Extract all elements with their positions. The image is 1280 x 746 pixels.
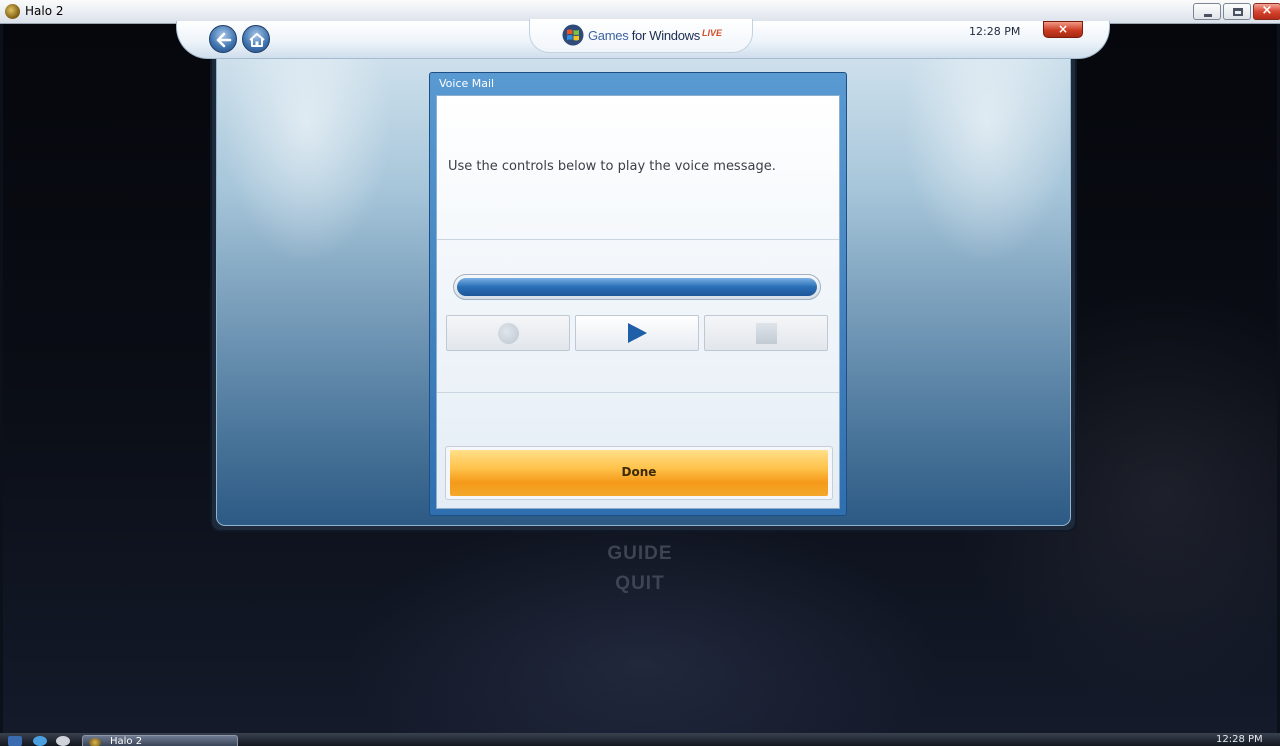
live-guide-topbar: Games for Windows LIVE 12:28 PM × bbox=[176, 19, 1110, 59]
playback-progress-fill bbox=[457, 278, 817, 296]
done-button-face: Done bbox=[450, 450, 828, 496]
done-button[interactable]: Done bbox=[445, 446, 833, 500]
quick-launch-icon[interactable] bbox=[56, 736, 70, 746]
play-button[interactable] bbox=[575, 315, 699, 351]
close-icon: × bbox=[1057, 22, 1069, 36]
gfw-brand-for-windows: for Windows bbox=[631, 28, 701, 43]
windows-orb-icon bbox=[562, 24, 584, 46]
halo-app-icon bbox=[89, 738, 101, 746]
divider bbox=[437, 392, 839, 393]
back-button[interactable] bbox=[209, 25, 237, 53]
maximize-button[interactable] bbox=[1223, 3, 1251, 20]
guide-close-button[interactable]: × bbox=[1043, 21, 1083, 38]
taskbar-item-label: Halo 2 bbox=[110, 736, 143, 746]
voice-mail-dialog: Voice Mail Use the controls below to pla… bbox=[429, 72, 847, 516]
stop-icon bbox=[756, 323, 777, 344]
done-button-label: Done bbox=[621, 465, 657, 479]
taskbar-item-halo[interactable]: Halo 2 bbox=[82, 735, 238, 746]
minimize-icon bbox=[1204, 14, 1212, 17]
home-button[interactable] bbox=[242, 25, 270, 53]
divider bbox=[437, 239, 839, 240]
gfw-live-badge: LIVE bbox=[702, 28, 723, 38]
guide-clock: 12:28 PM bbox=[969, 25, 1021, 38]
close-window-button[interactable]: × bbox=[1253, 3, 1280, 20]
gfw-brand-games: Games bbox=[588, 28, 629, 43]
playback-progress-bar[interactable] bbox=[453, 274, 821, 300]
show-desktop-icon[interactable] bbox=[8, 736, 22, 746]
halo-app-icon bbox=[5, 4, 20, 19]
taskbar: Halo 2 12:28 PM bbox=[0, 733, 1280, 746]
maximize-icon bbox=[1233, 8, 1243, 16]
record-icon bbox=[498, 323, 519, 344]
stop-button[interactable] bbox=[704, 315, 828, 351]
instruction-text: Use the controls below to play the voice… bbox=[448, 159, 776, 174]
home-icon bbox=[249, 33, 265, 47]
gfw-brand-text: Games for Windows bbox=[588, 28, 700, 43]
record-button[interactable] bbox=[446, 315, 570, 351]
minimize-button[interactable] bbox=[1193, 3, 1221, 20]
browser-icon[interactable] bbox=[33, 736, 47, 746]
system-tray: 12:28 PM bbox=[1180, 734, 1280, 746]
back-arrow-icon bbox=[216, 32, 232, 48]
close-icon: × bbox=[1261, 3, 1273, 18]
menu-item-guide[interactable]: GUIDE bbox=[3, 543, 1277, 565]
dialog-body: Use the controls below to play the voice… bbox=[436, 95, 840, 509]
play-icon bbox=[628, 323, 647, 343]
games-for-windows-live-logo: Games for Windows LIVE bbox=[529, 19, 753, 53]
menu-item-quit[interactable]: QUIT bbox=[3, 573, 1277, 595]
dialog-title: Voice Mail bbox=[439, 77, 495, 90]
taskbar-clock[interactable]: 12:28 PM bbox=[1216, 735, 1263, 745]
window-title: Halo 2 bbox=[25, 4, 64, 18]
